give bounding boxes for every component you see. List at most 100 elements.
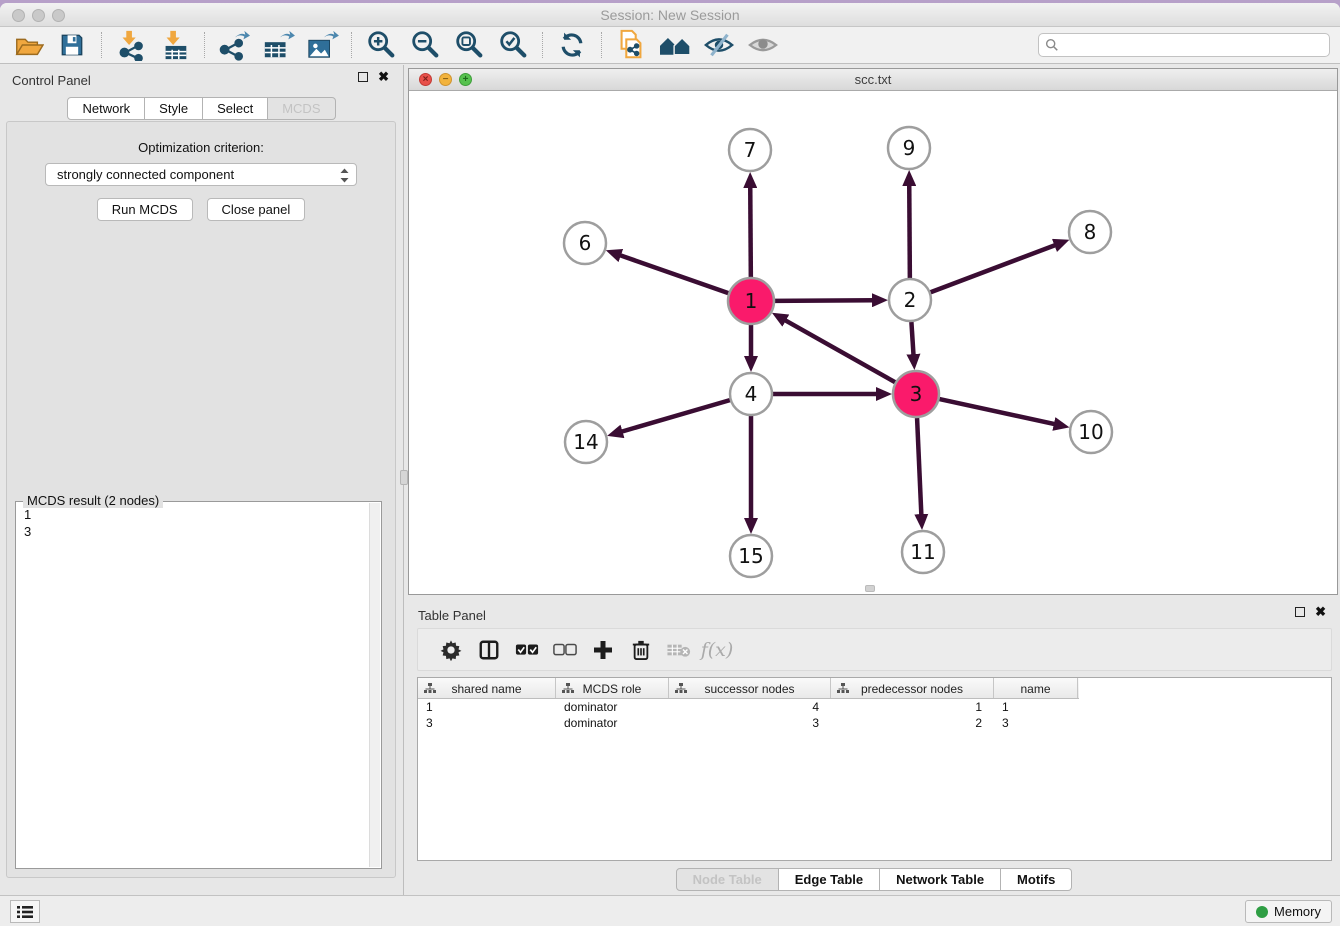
float-table-panel-icon[interactable] xyxy=(1295,607,1305,617)
graph-node-11[interactable]: 11 xyxy=(902,531,944,573)
graph-node-1[interactable]: 1 xyxy=(728,278,774,324)
trash-icon xyxy=(631,639,651,661)
select-all-button[interactable] xyxy=(508,633,546,667)
close-panel-button[interactable]: Close panel xyxy=(207,198,306,221)
column-header-predecessor-nodes[interactable]: predecessor nodes xyxy=(831,678,994,698)
graph-node-8[interactable]: 8 xyxy=(1069,211,1111,253)
delete-column-button[interactable] xyxy=(622,633,660,667)
import-network-button[interactable] xyxy=(109,28,153,62)
import-table-icon xyxy=(159,29,191,61)
zoom-in-button[interactable] xyxy=(359,28,403,62)
table-header-row: shared name MCDS role successor nodes pr… xyxy=(418,678,1079,699)
column-header-mcds-role[interactable]: MCDS role xyxy=(556,678,669,698)
close-panel-icon[interactable]: ✖ xyxy=(378,72,389,82)
mcds-result-title: MCDS result (2 nodes) xyxy=(23,493,163,508)
zoom-out-button[interactable] xyxy=(403,28,447,62)
table-panel-header: Table Panel ✖ xyxy=(408,600,1340,628)
network-window-titlebar[interactable]: × − + scc.txt xyxy=(409,69,1337,91)
network-scrollbar-thumb[interactable] xyxy=(865,585,875,592)
network-view-window: × − + scc.txt 1 2 3 4 6 7 8 9 10 11 14 15 xyxy=(408,68,1338,595)
task-history-button[interactable] xyxy=(10,900,40,923)
export-network-button[interactable] xyxy=(212,28,256,62)
duplicate-network-button[interactable] xyxy=(609,28,653,62)
plus-icon xyxy=(593,640,613,660)
close-table-panel-icon[interactable]: ✖ xyxy=(1315,607,1326,617)
window-title: Session: New Session xyxy=(0,7,1340,23)
show-column-button[interactable] xyxy=(470,633,508,667)
table-panel: Table Panel ✖ xyxy=(408,600,1340,895)
column-header-name[interactable]: name xyxy=(994,678,1078,698)
tab-network-table[interactable]: Network Table xyxy=(880,868,1001,891)
table-row[interactable]: 3 dominator 3 2 3 xyxy=(418,715,1331,731)
table-tabs: Node Table Edge Table Network Table Moti… xyxy=(408,868,1340,891)
toolbar-separator xyxy=(204,32,205,58)
column-header-shared-name[interactable]: shared name xyxy=(418,678,556,698)
main-toolbar xyxy=(0,27,1340,64)
svg-text:4: 4 xyxy=(745,382,758,406)
search-field[interactable] xyxy=(1038,33,1330,57)
export-table-button[interactable] xyxy=(256,28,300,62)
open-session-button[interactable] xyxy=(6,28,50,62)
svg-text:1: 1 xyxy=(745,289,758,313)
delete-table-button[interactable] xyxy=(660,633,698,667)
mcds-pane: Optimization criterion: strongly connect… xyxy=(6,121,396,878)
tab-network[interactable]: Network xyxy=(67,97,145,120)
search-input[interactable] xyxy=(1063,35,1329,55)
float-panel-icon[interactable] xyxy=(358,72,368,82)
graph-node-9[interactable]: 9 xyxy=(888,127,930,169)
run-mcds-button[interactable]: Run MCDS xyxy=(97,198,193,221)
network-window-title: scc.txt xyxy=(409,72,1337,87)
home-view-button[interactable] xyxy=(653,28,697,62)
duplicate-network-icon xyxy=(615,28,647,62)
zoom-in-icon xyxy=(365,29,397,61)
graph-node-3[interactable]: 3 xyxy=(893,371,939,417)
refresh-layout-button[interactable] xyxy=(550,28,594,62)
deselect-all-button[interactable] xyxy=(546,633,584,667)
save-session-button[interactable] xyxy=(50,28,94,62)
graph-node-6[interactable]: 6 xyxy=(564,222,606,264)
graph-node-15[interactable]: 15 xyxy=(730,535,772,577)
hide-eye-button[interactable] xyxy=(697,28,741,62)
add-column-button[interactable] xyxy=(584,633,622,667)
graph-node-4[interactable]: 4 xyxy=(730,373,772,415)
graph-node-2[interactable]: 2 xyxy=(889,279,931,321)
zoom-fit-button[interactable] xyxy=(447,28,491,62)
table-toolbar: f(x) xyxy=(417,628,1332,671)
toolbar-separator xyxy=(101,32,102,58)
mcds-result-area[interactable]: 1 3 xyxy=(15,501,382,869)
tab-select[interactable]: Select xyxy=(203,97,268,120)
control-panel: Control Panel ✖ Network Style Select MCD… xyxy=(0,65,404,895)
graph-node-10[interactable]: 10 xyxy=(1070,411,1112,453)
tab-style[interactable]: Style xyxy=(145,97,203,120)
search-icon xyxy=(1045,38,1059,52)
tab-mcds[interactable]: MCDS xyxy=(268,97,335,120)
graph-node-14[interactable]: 14 xyxy=(565,421,607,463)
network-graph-canvas[interactable]: 1 2 3 4 6 7 8 9 10 11 14 15 xyxy=(409,91,1337,594)
optimization-criterion-select[interactable]: strongly connected component xyxy=(45,163,357,186)
column-header-successor-nodes[interactable]: successor nodes xyxy=(669,678,831,698)
node-table[interactable]: shared name MCDS role successor nodes pr… xyxy=(417,677,1332,861)
tab-motifs[interactable]: Motifs xyxy=(1001,868,1072,891)
svg-text:10: 10 xyxy=(1078,420,1103,444)
result-scrollbar[interactable] xyxy=(369,503,380,867)
zoom-selected-button[interactable] xyxy=(491,28,535,62)
export-image-button[interactable] xyxy=(300,28,344,62)
toolbar-separator xyxy=(601,32,602,58)
import-table-button[interactable] xyxy=(153,28,197,62)
svg-text:11: 11 xyxy=(910,540,935,564)
table-settings-button[interactable] xyxy=(432,633,470,667)
show-eye-button[interactable] xyxy=(741,28,785,62)
main-content: Control Panel ✖ Network Style Select MCD… xyxy=(0,65,1340,895)
fx-icon: f(x) xyxy=(701,639,734,661)
panel-splitter-handle[interactable] xyxy=(400,470,408,485)
control-panel-tabs: Network Style Select MCDS xyxy=(0,97,403,120)
function-builder-button[interactable]: f(x) xyxy=(698,633,736,667)
graph-node-7[interactable]: 7 xyxy=(729,129,771,171)
zoom-out-icon xyxy=(409,29,441,61)
tab-node-table[interactable]: Node Table xyxy=(676,868,779,891)
home-houses-icon xyxy=(657,30,693,60)
table-row[interactable]: 1 dominator 4 1 1 xyxy=(418,699,1331,715)
svg-text:8: 8 xyxy=(1084,220,1097,244)
memory-button[interactable]: Memory xyxy=(1245,900,1332,923)
tab-edge-table[interactable]: Edge Table xyxy=(779,868,880,891)
